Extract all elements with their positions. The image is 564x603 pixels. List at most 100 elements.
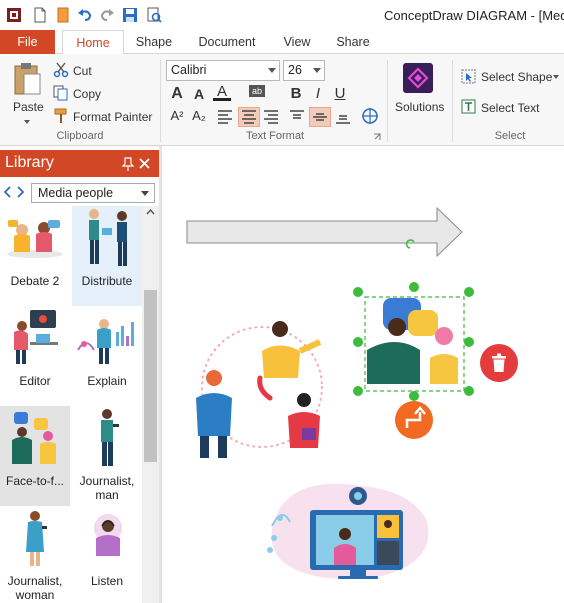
print-preview-icon[interactable] bbox=[146, 7, 162, 23]
tab-shape[interactable]: Shape bbox=[130, 30, 178, 54]
scroll-up-icon[interactable] bbox=[146, 209, 155, 215]
open-document-icon[interactable] bbox=[55, 7, 71, 23]
underline-icon[interactable]: U bbox=[331, 85, 349, 103]
italic-icon[interactable]: I bbox=[309, 85, 327, 103]
text-block-icon[interactable] bbox=[360, 106, 380, 126]
arrow-shape[interactable] bbox=[186, 206, 463, 258]
undo-icon[interactable] bbox=[77, 7, 93, 23]
select-text-icon[interactable] bbox=[461, 99, 476, 114]
font-color-icon[interactable]: A bbox=[213, 83, 231, 101]
library-item-editor[interactable]: Editor bbox=[0, 306, 70, 406]
font-size-value: 26 bbox=[288, 63, 302, 77]
tab-document[interactable]: Document bbox=[190, 30, 264, 54]
library-item-label: Debate 2 bbox=[10, 274, 60, 288]
library-item-face-to-face[interactable]: Face-to-f... bbox=[0, 406, 70, 506]
align-center-button[interactable] bbox=[238, 107, 260, 127]
subscript-icon[interactable]: A₂ bbox=[190, 107, 208, 125]
journalist-woman-illustration bbox=[26, 511, 47, 566]
chevron-right-icon[interactable] bbox=[16, 186, 25, 198]
tab-home[interactable]: Home bbox=[62, 30, 124, 55]
communication-illustration[interactable] bbox=[196, 321, 323, 458]
connector-button[interactable] bbox=[395, 401, 433, 439]
solutions-icon[interactable] bbox=[403, 63, 433, 93]
paste-button[interactable]: Paste bbox=[13, 100, 44, 114]
library-item-label-line2: woman bbox=[15, 588, 55, 602]
library-item-label: Face-to-f... bbox=[5, 474, 64, 488]
group-divider bbox=[387, 60, 388, 142]
align-left-icon[interactable] bbox=[216, 108, 234, 126]
explain-illustration bbox=[77, 319, 134, 364]
select-group-label: Select bbox=[494, 130, 526, 142]
solutions-button[interactable]: Solutions bbox=[395, 100, 444, 114]
close-icon[interactable] bbox=[139, 158, 150, 169]
save-icon[interactable] bbox=[122, 7, 138, 23]
grow-font-icon[interactable]: A bbox=[168, 85, 186, 103]
highlight-color-icon[interactable]: ab bbox=[249, 85, 265, 97]
redo-icon[interactable] bbox=[99, 7, 115, 23]
app-window: ConceptDraw DIAGRAM - [Media File Home S… bbox=[0, 0, 564, 603]
library-item-journalist-woman[interactable]: Journalist, woman bbox=[0, 506, 70, 603]
library-item-label: Editor bbox=[19, 374, 51, 388]
library-item-explain[interactable]: Explain bbox=[72, 306, 142, 406]
library-item-journalist-man[interactable]: Journalist, man bbox=[72, 406, 142, 506]
font-size-select[interactable]: 26 bbox=[283, 60, 325, 81]
pin-icon[interactable] bbox=[122, 157, 134, 171]
dialog-launcher-icon[interactable] bbox=[373, 133, 381, 141]
app-logo-icon bbox=[7, 8, 21, 22]
align-middle-button[interactable] bbox=[309, 107, 331, 127]
face-to-face-shape[interactable] bbox=[367, 298, 458, 384]
chevron-down-icon bbox=[268, 68, 276, 73]
debate-illustration bbox=[7, 220, 63, 258]
shrink-font-icon[interactable]: A bbox=[190, 85, 208, 103]
paste-dropdown-icon[interactable] bbox=[24, 120, 30, 124]
window-title: ConceptDraw DIAGRAM - [Media bbox=[384, 8, 564, 23]
delete-shape-button[interactable] bbox=[480, 344, 518, 382]
cut-button[interactable]: Cut bbox=[73, 64, 92, 78]
chevron-left-icon[interactable] bbox=[3, 186, 12, 198]
copy-button[interactable]: Copy bbox=[73, 87, 101, 101]
cut-icon[interactable] bbox=[53, 62, 69, 78]
library-item-listen[interactable]: Listen bbox=[72, 506, 142, 603]
select-text-button[interactable]: Select Text bbox=[481, 101, 539, 115]
select-shape-icon[interactable] bbox=[461, 69, 476, 84]
align-bottom-icon[interactable] bbox=[334, 108, 352, 126]
face-to-face-illustration bbox=[12, 412, 56, 464]
align-right-icon[interactable] bbox=[262, 108, 280, 126]
superscript-icon[interactable]: A² bbox=[168, 107, 186, 125]
ribbon-tab-bar: File Home Shape Document View Share bbox=[0, 30, 564, 55]
group-divider bbox=[160, 60, 161, 142]
align-top-icon[interactable] bbox=[288, 108, 306, 126]
chevron-down-icon bbox=[141, 191, 149, 196]
library-panel-header: Library bbox=[0, 150, 159, 177]
editor-illustration bbox=[14, 310, 58, 364]
format-painter-button[interactable]: Format Painter bbox=[73, 110, 152, 124]
drawing-canvas[interactable] bbox=[162, 146, 564, 603]
library-category-value: Media people bbox=[38, 186, 114, 200]
select-shape-button[interactable]: Select Shape bbox=[481, 70, 552, 84]
library-item-distribute[interactable]: Distribute bbox=[72, 206, 142, 306]
chevron-down-icon bbox=[313, 68, 321, 73]
canvas-drawing bbox=[186, 206, 518, 579]
new-document-icon[interactable] bbox=[32, 7, 48, 23]
video-conference-illustration[interactable] bbox=[267, 483, 429, 579]
journalist-man-illustration bbox=[101, 409, 119, 466]
clipboard-group-label: Clipboard bbox=[56, 130, 104, 142]
library-item-debate-2[interactable]: Debate 2 bbox=[0, 206, 70, 306]
align-center-icon bbox=[242, 110, 256, 124]
chevron-down-icon[interactable] bbox=[553, 75, 559, 79]
font-family-select[interactable]: Calibri bbox=[166, 60, 280, 81]
bold-icon[interactable]: B bbox=[287, 85, 305, 103]
tab-share[interactable]: Share bbox=[330, 30, 376, 54]
font-family-value: Calibri bbox=[171, 63, 207, 77]
copy-icon[interactable] bbox=[53, 85, 69, 101]
library-category-select[interactable]: Media people bbox=[31, 183, 155, 203]
library-item-label: Explain bbox=[87, 374, 127, 388]
library-scrollbar[interactable] bbox=[142, 206, 159, 603]
scrollbar-thumb[interactable] bbox=[144, 290, 157, 462]
group-divider bbox=[452, 60, 453, 142]
paste-icon[interactable] bbox=[12, 62, 42, 96]
tab-view[interactable]: View bbox=[276, 30, 318, 54]
format-painter-icon[interactable] bbox=[53, 108, 69, 124]
library-title: Library bbox=[5, 154, 54, 171]
tab-file[interactable]: File bbox=[0, 30, 55, 54]
